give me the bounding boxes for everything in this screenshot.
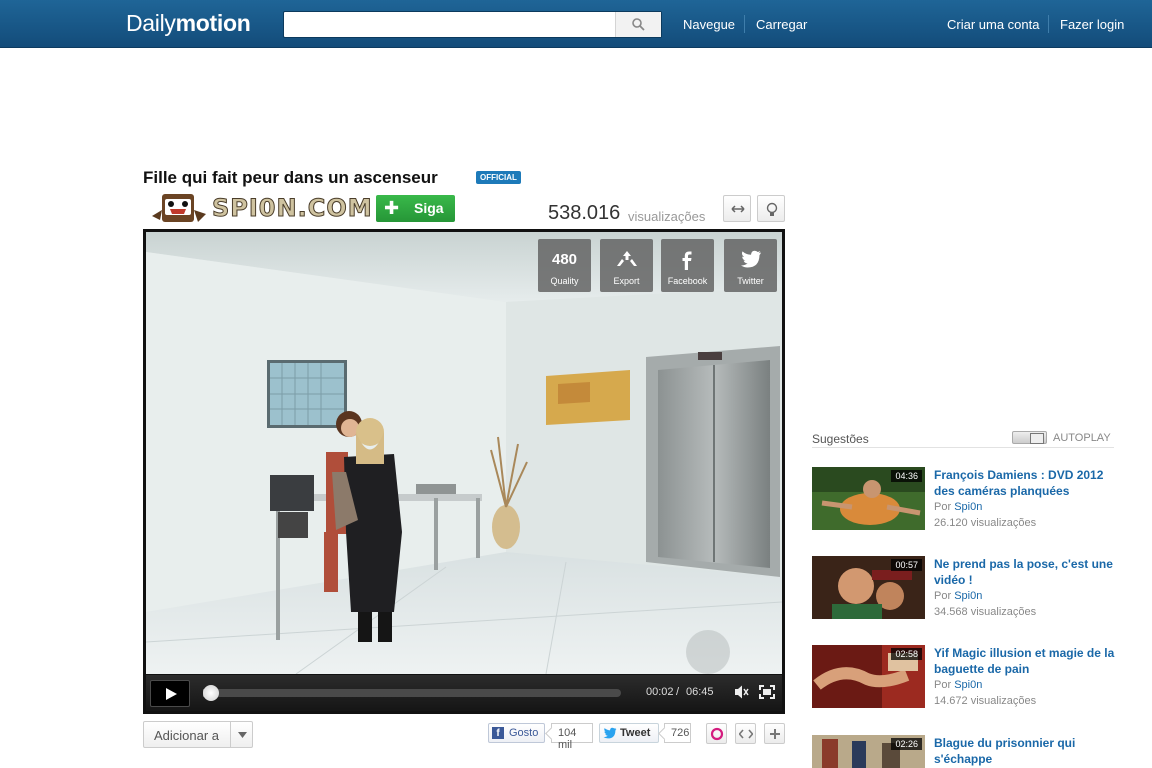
twitter-share-button[interactable]: Twitter [724,239,777,292]
nav-divider [744,15,745,33]
embed-button[interactable] [735,723,756,744]
suggestion-thumbnail[interactable]: 02:58 [812,645,925,708]
nav-upload-link[interactable]: Carregar [756,17,807,32]
tweet-button[interactable]: Tweet [599,723,659,743]
quality-button[interactable]: 480 Quality [538,239,591,292]
time-separator: / [676,686,680,698]
follow-label: Siga [414,200,444,216]
like-label: Gosto [509,727,539,739]
suggestion-duration: 02:58 [891,648,922,660]
quality-label: Quality [550,276,579,286]
suggestion-thumbnail[interactable]: 02:26 [812,735,925,768]
search-box [283,11,662,38]
facebook-icon [682,251,692,270]
export-button[interactable]: Export [600,239,653,292]
add-to-button[interactable]: Adicionar a [143,721,253,748]
top-bar: Dailymotion Navegue Carregar Criar uma c… [0,0,1152,48]
suggestion-title[interactable]: Ne prend pas la pose, c'est une vidéo ! [934,556,1117,588]
add-to-label: Adicionar a [154,728,220,743]
official-badge: OFFICIAL [476,171,521,184]
nav-browse-link[interactable]: Navegue [683,17,735,32]
suggestion-item[interactable]: 04:36 François Damiens : DVD 2012 des ca… [812,467,1117,537]
suggestion-thumbnail[interactable]: 00:57 [812,556,925,619]
suggestions-heading: Sugestões [812,432,869,446]
play-icon [166,688,177,700]
follow-button[interactable]: ✚ Siga [376,195,455,222]
progress-handle[interactable] [203,685,220,701]
suggestion-item[interactable]: 02:26 Blague du prisonnier qui s'échappe [812,735,1117,768]
login-link[interactable]: Fazer login [1060,17,1124,32]
plus-icon [770,729,780,739]
suggestion-item[interactable]: 02:58 Yif Magic illusion et magie de la … [812,645,1117,715]
channel-logo-text: SPI0N.COM [212,194,373,223]
more-button[interactable] [764,723,785,744]
export-icon [617,251,637,266]
view-count: 538.016 [548,202,621,224]
facebook-share-button[interactable]: Facebook [661,239,714,292]
quality-value: 480 [551,251,578,268]
volume-icon[interactable] [734,685,750,699]
channel-logo[interactable]: SPI0N.COM [148,192,372,224]
facebook-like-button[interactable]: f Gosto [488,723,545,743]
autoplay-label: AUTOPLAY [1053,432,1111,444]
fullscreen-icon[interactable] [759,685,775,699]
like-count: 104 mil [551,723,593,751]
suggestion-duration: 02:26 [891,738,922,750]
lights-off-button[interactable] [757,195,785,222]
search-input[interactable] [284,12,614,37]
total-time: 06:45 [686,686,714,698]
progress-bar[interactable] [203,685,621,701]
search-button[interactable] [615,12,661,37]
lightbulb-icon [766,202,778,216]
suggestions-divider [812,447,1114,448]
suggestion-item[interactable]: 00:57 Ne prend pas la pose, c'est une vi… [812,556,1117,626]
suggestion-thumbnail[interactable]: 04:36 [812,467,925,530]
suggestion-views: 26.120 visualizações [934,517,1037,529]
current-time: 00:02 [646,686,674,698]
twitter-bird-icon [603,727,617,739]
facebook-icon: f [492,727,504,739]
export-label: Export [613,276,640,286]
nav-divider [1048,15,1049,33]
tweet-label: Tweet [620,727,651,739]
pinterest-button[interactable] [706,723,727,744]
signup-link[interactable]: Criar uma conta [947,17,1039,32]
view-count-label: visualizações [628,209,706,224]
video-title: Fille qui fait peur dans un ascenseur [143,168,438,187]
suggestion-title[interactable]: Yif Magic illusion et magie de la baguet… [934,645,1117,677]
play-button[interactable] [150,680,190,707]
player-controls: 00:02 / 06:45 [146,675,782,711]
mascot-icon [152,194,206,222]
twitter-bird-icon [740,250,761,268]
video-scene-image [146,232,782,674]
suggestion-byline: Por Spi0n [934,590,983,602]
autoplay-toggle[interactable] [1012,431,1047,444]
suggestion-title[interactable]: Blague du prisonnier qui s'échappe [934,735,1117,767]
tweet-count: 726 [664,723,691,743]
dailymotion-logo[interactable]: Dailymotion [126,10,251,37]
expand-horizontal-icon [731,205,745,213]
suggestion-duration: 00:57 [891,559,922,571]
circle-icon [710,727,724,741]
suggestion-views: 34.568 visualizações [934,606,1037,618]
twitter-label: Twitter [737,276,764,286]
add-to-dropdown[interactable] [230,722,253,747]
video-player: 480 Quality Export Facebook Twitter 00:0… [143,229,785,714]
suggestion-byline: Por Spi0n [934,679,983,691]
embed-code-icon [739,729,753,739]
suggestion-title[interactable]: François Damiens : DVD 2012 des caméras … [934,467,1117,499]
suggestion-byline: Por Spi0n [934,501,983,513]
chevron-down-icon [238,732,247,738]
wide-mode-button[interactable] [723,195,751,222]
facebook-label: Facebook [667,276,708,286]
suggestion-views: 14.672 visualizações [934,695,1037,707]
video-frame[interactable]: 480 Quality Export Facebook Twitter [146,232,782,674]
plus-icon: ✚ [384,198,400,218]
search-icon [632,18,645,31]
suggestion-duration: 04:36 [891,470,922,482]
